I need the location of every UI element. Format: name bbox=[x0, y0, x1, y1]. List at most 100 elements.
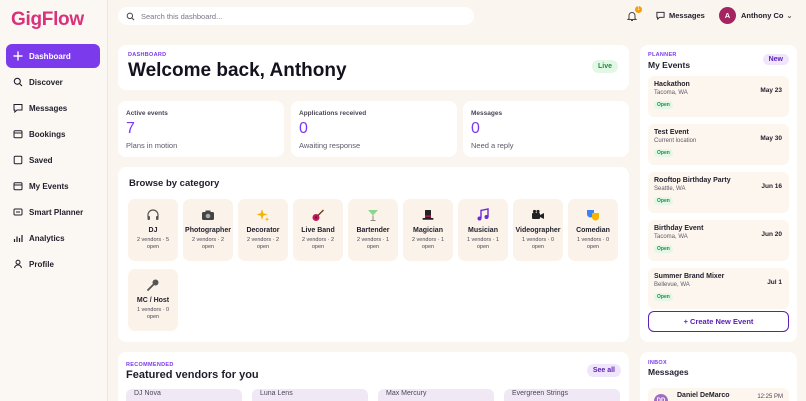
plus-icon bbox=[13, 51, 23, 61]
vendor-image-alt: Evergreen Strings bbox=[512, 390, 569, 397]
category-live-band[interactable]: Live Band 2 vendors · 2 open bbox=[293, 199, 343, 261]
camera-icon bbox=[183, 208, 233, 224]
avatar: A bbox=[719, 7, 736, 24]
category-count: 1 vendors · 0 open bbox=[136, 307, 170, 320]
guitar-icon bbox=[293, 208, 343, 224]
vendor-card[interactable]: Luna Lens bbox=[252, 389, 368, 401]
stat-value: 7 bbox=[126, 120, 135, 137]
user-menu[interactable]: A Anthony Co ⌄ bbox=[719, 7, 792, 24]
category-musician[interactable]: Musician 1 vendors · 1 open bbox=[458, 199, 508, 261]
sidebar-item-dashboard[interactable]: Dashboard bbox=[6, 44, 100, 68]
calendar-icon bbox=[13, 129, 23, 139]
planner-panel: PLANNER My Events New Hackathon Tacoma, … bbox=[640, 45, 797, 342]
category-videographer[interactable]: Videographer 1 vendors · 0 open bbox=[513, 199, 563, 261]
welcome-card: DASHBOARD Welcome back, Anthony Live bbox=[118, 45, 629, 90]
search-input[interactable]: Search this dashboard... bbox=[118, 7, 474, 25]
stat-sub: Plans in motion bbox=[126, 141, 178, 150]
stat-label: Applications received bbox=[299, 110, 367, 117]
status-badge: Open bbox=[654, 101, 673, 109]
sidebar-item-label: Smart Planner bbox=[29, 207, 84, 217]
sidebar-item-analytics[interactable]: Analytics bbox=[6, 226, 100, 250]
page-title: Welcome back, Anthony bbox=[128, 60, 347, 81]
sidebar-item-label: Saved bbox=[29, 155, 53, 165]
category-mc-host[interactable]: MC / Host 1 vendors · 0 open bbox=[128, 269, 178, 331]
category-bartender[interactable]: Bartender 2 vendors · 1 open bbox=[348, 199, 398, 261]
cocktail-icon bbox=[348, 208, 398, 224]
top-hat-icon bbox=[403, 208, 453, 224]
message-sender: Daniel DeMarco bbox=[677, 392, 730, 399]
category-name: Live Band bbox=[301, 227, 335, 234]
browse-categories: Browse by category DJ 2 vendors · 5 open… bbox=[118, 167, 629, 342]
masks-icon bbox=[568, 208, 618, 224]
event-item[interactable]: Test Event Current location May 30 Open bbox=[648, 124, 789, 165]
chevron-down-icon: ⌄ bbox=[786, 12, 793, 20]
vendor-image-alt: DJ Nova bbox=[134, 390, 161, 397]
sidebar-item-bookings[interactable]: Bookings bbox=[6, 122, 100, 146]
search-placeholder: Search this dashboard... bbox=[141, 11, 223, 21]
event-item[interactable]: Rooftop Birthday Party Seattle, WA Jun 1… bbox=[648, 172, 789, 213]
stat-value: 0 bbox=[299, 120, 308, 137]
see-all-button[interactable]: See all bbox=[586, 364, 621, 377]
category-count: 1 vendors · 1 open bbox=[466, 237, 500, 250]
category-decorator[interactable]: Decorator 2 vendors · 2 open bbox=[238, 199, 288, 261]
sidebar-item-messages[interactable]: Messages bbox=[6, 96, 100, 120]
search-icon bbox=[13, 77, 23, 87]
sidebar-item-smart-planner[interactable]: Smart Planner bbox=[6, 200, 100, 224]
event-location: Current location bbox=[654, 138, 697, 144]
stat-active-events: Active events 7 Plans in motion bbox=[118, 101, 284, 157]
sidebar-item-label: Discover bbox=[29, 77, 63, 87]
video-camera-icon bbox=[513, 208, 563, 224]
sidebar-item-my-events[interactable]: My Events bbox=[6, 174, 100, 198]
create-event-button[interactable]: + Create New Event bbox=[648, 311, 789, 332]
section-title: Browse by category bbox=[129, 178, 220, 189]
sidebar-item-discover[interactable]: Discover bbox=[6, 70, 100, 94]
stat-sub: Need a reply bbox=[471, 141, 514, 150]
category-name: Magician bbox=[413, 227, 443, 234]
messages-button[interactable]: Messages bbox=[656, 11, 705, 20]
status-badge: Open bbox=[654, 245, 673, 253]
sparkles-icon bbox=[238, 208, 288, 224]
category-magician[interactable]: Magician 2 vendors · 1 open bbox=[403, 199, 453, 261]
category-name: Comedian bbox=[576, 227, 610, 234]
calendar-icon bbox=[13, 181, 23, 191]
vendor-card[interactable]: Evergreen Strings bbox=[504, 389, 620, 401]
event-date: May 30 bbox=[760, 135, 782, 142]
inbox-eyebrow: INBOX bbox=[648, 360, 667, 366]
sidebar-item-saved[interactable]: Saved bbox=[6, 148, 100, 172]
category-name: Videographer bbox=[515, 227, 561, 234]
category-count: 2 vendors · 2 open bbox=[191, 237, 225, 250]
headphones-icon bbox=[128, 208, 178, 224]
event-item[interactable]: Birthday Event Tacoma, WA Jun 20 Open bbox=[648, 220, 789, 261]
welcome-eyebrow: DASHBOARD bbox=[128, 52, 167, 58]
category-dj[interactable]: DJ 2 vendors · 5 open bbox=[128, 199, 178, 261]
event-date: May 23 bbox=[760, 87, 782, 94]
status-badge: Open bbox=[654, 293, 673, 301]
message-item[interactable]: DD Daniel DeMarco 12:25 PM bbox=[648, 388, 789, 401]
stat-messages: Messages 0 Need a reply bbox=[463, 101, 629, 157]
event-location: Seattle, WA bbox=[654, 186, 686, 192]
message-icon bbox=[13, 103, 23, 113]
vendor-card[interactable]: Max Mercury bbox=[378, 389, 494, 401]
stat-label: Messages bbox=[471, 110, 503, 117]
category-photographer[interactable]: Photographer 2 vendors · 2 open bbox=[183, 199, 233, 261]
event-item[interactable]: Hackathon Tacoma, WA May 23 Open bbox=[648, 76, 789, 117]
message-time: 12:25 PM bbox=[757, 394, 783, 400]
category-count: 2 vendors · 1 open bbox=[356, 237, 390, 250]
stat-label: Active events bbox=[126, 110, 168, 117]
sidebar-item-label: My Events bbox=[29, 181, 69, 191]
category-name: Bartender bbox=[356, 227, 390, 234]
event-location: Tacoma, WA bbox=[654, 234, 688, 240]
user-name: Anthony Co bbox=[741, 11, 784, 20]
vendor-card[interactable]: DJ Nova bbox=[126, 389, 242, 401]
event-item[interactable]: Summer Brand Mixer Bellevue, WA Jul 1 Op… bbox=[648, 268, 789, 309]
new-event-button[interactable]: New bbox=[762, 54, 789, 65]
featured-eyebrow: RECOMMENDED bbox=[126, 362, 174, 368]
app-logo[interactable]: GigFlow bbox=[11, 9, 84, 31]
panel-title: My Events bbox=[648, 60, 691, 70]
sidebar-nav: Dashboard Discover Messages Bookings Sav… bbox=[6, 44, 100, 278]
sidebar-item-profile[interactable]: Profile bbox=[6, 252, 100, 276]
category-count: 2 vendors · 2 open bbox=[246, 237, 280, 250]
category-name: Photographer bbox=[185, 227, 231, 234]
category-comedian[interactable]: Comedian 1 vendors · 0 open bbox=[568, 199, 618, 261]
category-count: 2 vendors · 5 open bbox=[136, 237, 170, 250]
